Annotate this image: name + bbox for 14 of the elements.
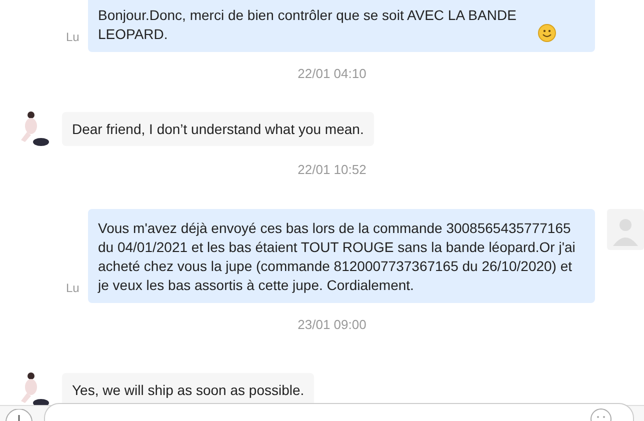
timestamp: 23/01 09:00 [298,317,366,332]
message-text: Vous m'avez déjà envoyé ces bas lors de la commande 3008565435777165 du 04/01/2021 et les bas étaient TOUT ROUGE sans la bande léopard.Or j'ai acheté chez vous la jupe (commande 8120007737367165 du 26/10/2020) et je veux les bas assortis à cette jupe. Cordialement. [98,220,576,293]
message-bubble: Yes, we will ship as soon as possible. [62,372,314,405]
emoji-icon[interactable] [590,408,612,421]
timestamp: 22/01 04:10 [298,66,366,81]
message-input[interactable] [44,403,634,421]
timestamp: 22/01 10:52 [298,162,366,176]
smiley-icon [538,24,556,42]
read-status: Lu [66,29,80,46]
read-status: Lu [66,280,80,297]
message-bubble: Dear friend, I don’t understand what you mean. [62,112,374,146]
message-text: Bonjour.Donc, merci de bien contrôler que se soit AVEC LA BANDE LEOPARD. [98,6,518,44]
avatar-icon [607,209,644,250]
add-icon[interactable] [5,409,33,421]
